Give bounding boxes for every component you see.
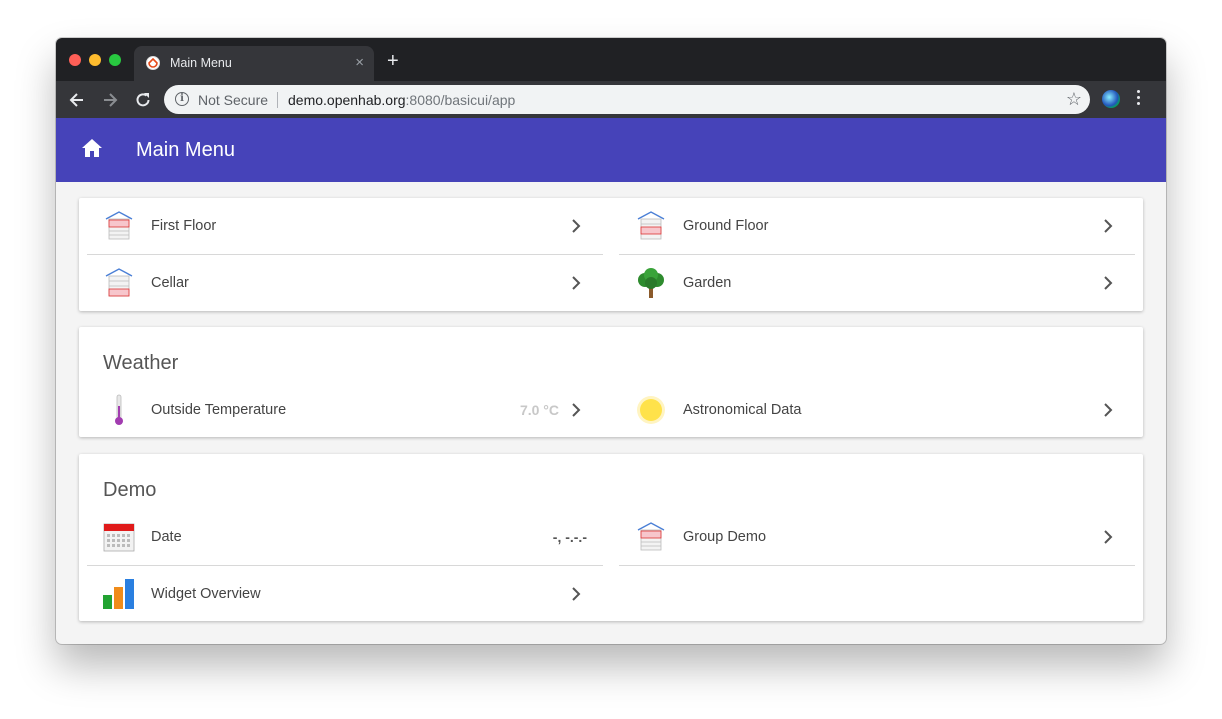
security-status: Not Secure <box>198 92 269 108</box>
home-icon[interactable] <box>82 139 102 157</box>
browser-menu-icon[interactable] <box>1137 90 1141 108</box>
weather-heading: Weather <box>103 352 179 374</box>
house-icon <box>637 522 665 551</box>
chevron-right-icon <box>1104 219 1113 233</box>
date-value: -, -.-.- <box>552 529 587 545</box>
weather-card: Weather Outside Temperature 7.0 °C Astro… <box>79 327 1143 437</box>
menu-item-label: Garden <box>683 275 732 291</box>
forward-arrow-icon[interactable] <box>100 90 120 110</box>
tree-icon <box>638 268 664 298</box>
menu-item-ground-floor[interactable]: Ground Floor <box>619 198 1135 255</box>
calendar-icon <box>103 523 135 552</box>
chevron-right-icon <box>1104 276 1113 290</box>
tab-title: Main Menu <box>170 56 232 70</box>
chevron-right-icon <box>572 276 581 290</box>
temperature-value: 7.0 °C <box>519 402 559 418</box>
house-cellar-icon <box>105 268 133 297</box>
chevron-right-icon <box>1104 403 1113 417</box>
menu-item-cellar[interactable]: Cellar <box>87 255 603 311</box>
tab-strip: Main Menu × + <box>56 38 1166 81</box>
demo-item-group-demo[interactable]: Group Demo <box>619 509 1135 566</box>
weather-item-label: Outside Temperature <box>151 402 287 418</box>
openhab-favicon-icon <box>146 56 160 70</box>
house-first-floor-icon <box>105 211 133 240</box>
chevron-right-icon <box>572 403 581 417</box>
omnibox-divider <box>277 92 278 108</box>
chevron-right-icon <box>572 219 581 233</box>
url-path: :8080/basicui/app <box>405 92 516 108</box>
chevron-right-icon <box>1104 530 1113 544</box>
browser-toolbar: i Not Secure demo.openhab.org:8080/basic… <box>56 81 1166 118</box>
menu-item-label: Cellar <box>151 275 189 291</box>
page-title: Main Menu <box>136 139 235 161</box>
menu-item-first-floor[interactable]: First Floor <box>87 198 603 255</box>
address-bar[interactable]: i Not Secure demo.openhab.org:8080/basic… <box>164 85 1090 114</box>
back-arrow-icon[interactable] <box>67 90 87 110</box>
browser-window: Main Menu × + i Not Secure demo.openhab.… <box>56 38 1166 644</box>
close-window-button[interactable] <box>69 54 81 66</box>
weather-item-label: Astronomical Data <box>683 402 802 418</box>
new-tab-button[interactable]: + <box>387 51 399 71</box>
url-text[interactable]: demo.openhab.org:8080/basicui/app <box>288 92 515 108</box>
bookmark-star-icon[interactable]: ☆ <box>1066 89 1082 109</box>
demo-item-widget-overview[interactable]: Widget Overview <box>87 566 603 622</box>
house-ground-floor-icon <box>637 211 665 240</box>
menu-item-label: First Floor <box>151 218 217 234</box>
extension-icon[interactable] <box>1102 90 1120 108</box>
tab-main-menu[interactable]: Main Menu × <box>134 46 374 81</box>
thermometer-icon <box>115 394 123 425</box>
demo-card: Demo Date -, -.-.- Group Demo Widget Ove… <box>79 454 1143 621</box>
weather-item-astronomical-data[interactable]: Astronomical Data <box>619 382 1135 438</box>
menu-item-garden[interactable]: Garden <box>619 255 1135 311</box>
demo-item-label: Date <box>151 529 182 545</box>
demo-item-date[interactable]: Date -, -.-.- <box>87 509 603 566</box>
demo-item-label: Widget Overview <box>151 586 261 602</box>
maximize-window-button[interactable] <box>109 54 121 66</box>
demo-heading: Demo <box>103 479 157 501</box>
tab-close-icon[interactable]: × <box>355 53 364 73</box>
sun-icon <box>637 396 665 424</box>
bar-chart-icon <box>103 579 134 609</box>
url-host: demo.openhab.org <box>288 92 406 108</box>
reload-icon[interactable] <box>133 90 153 110</box>
menu-item-label: Ground Floor <box>683 218 769 234</box>
main-menu-card: First Floor Ground Floor Cellar Garden <box>79 198 1143 311</box>
demo-item-label: Group Demo <box>683 529 767 545</box>
info-icon[interactable]: i <box>175 92 189 106</box>
weather-item-outside-temperature[interactable]: Outside Temperature 7.0 °C <box>87 382 603 438</box>
chevron-right-icon <box>572 587 581 601</box>
minimize-window-button[interactable] <box>89 54 101 66</box>
app-header: Main Menu <box>56 118 1166 182</box>
